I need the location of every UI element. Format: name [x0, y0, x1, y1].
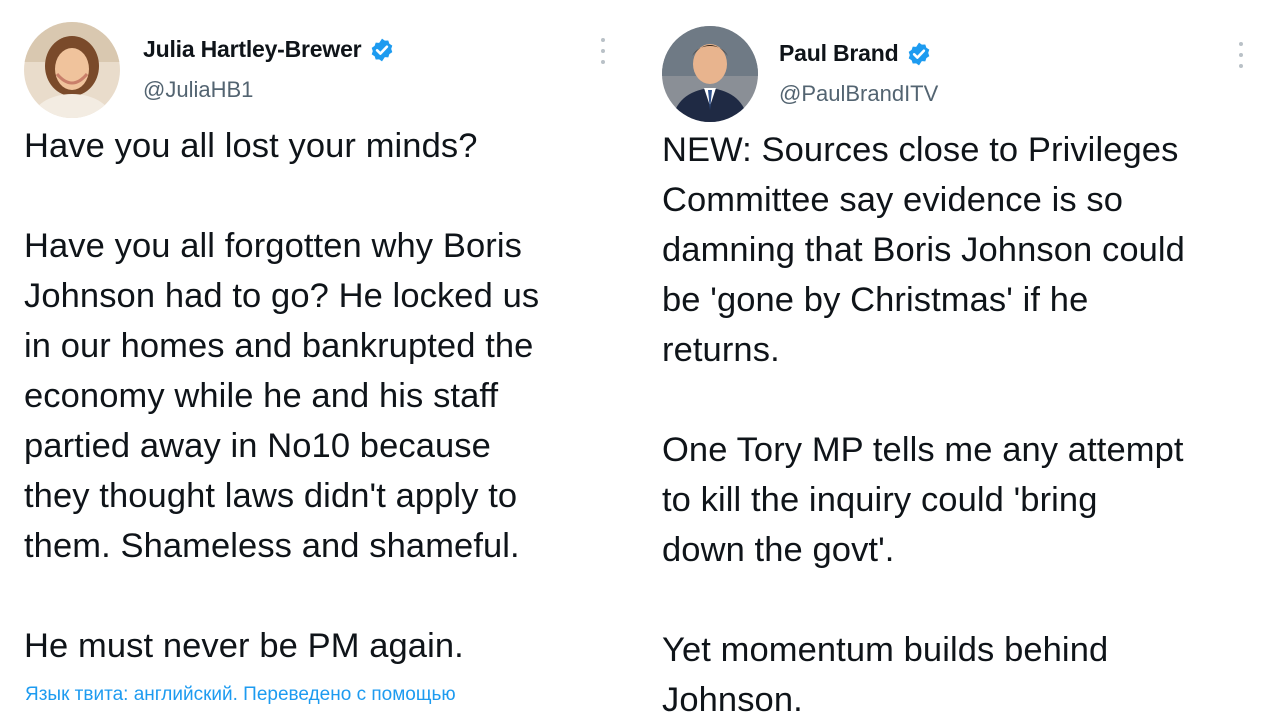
tweet-paragraph: NEW: Sources close to Privileges Committ…: [662, 131, 1185, 369]
verified-badge-icon: [372, 38, 393, 61]
author-name-row: Paul Brand: [779, 40, 932, 67]
verified-badge-icon: [909, 42, 930, 65]
tweet-paragraph: Yet momentum builds behind Johnson.: [662, 631, 1109, 719]
tweet-paragraph: Have you all lost your minds?: [24, 127, 478, 165]
avatar[interactable]: [24, 22, 120, 118]
translation-note-link[interactable]: Язык твита: английский. Переведено с пом…: [25, 684, 456, 706]
tweet-paragraph: One Tory MP tells me any attempt to kill…: [662, 431, 1184, 569]
avatar[interactable]: [662, 26, 758, 122]
more-options-icon[interactable]: [1237, 42, 1245, 68]
tweet-card-paul: Paul Brand @PaulBrandITV NEW: Sources cl…: [640, 0, 1280, 719]
author-name[interactable]: Julia Hartley-Brewer: [143, 36, 362, 63]
avatar-photo-icon: [662, 26, 758, 122]
more-options-icon[interactable]: [599, 38, 607, 64]
author-handle[interactable]: @PaulBrandITV: [779, 81, 938, 107]
tweet-paragraph: He must never be PM again.: [24, 627, 464, 665]
tweet-card-julia: Julia Hartley-Brewer @JuliaHB1 Have you …: [0, 0, 630, 719]
tweet-paragraph: Have you all forgotten why Boris Johnson…: [24, 227, 540, 565]
author-name-row: Julia Hartley-Brewer: [143, 36, 395, 63]
tweet-text: Have you all lost your minds? Have you a…: [24, 121, 624, 671]
tweet-text: NEW: Sources close to Privileges Committ…: [662, 125, 1274, 719]
author-name[interactable]: Paul Brand: [779, 40, 899, 67]
author-handle[interactable]: @JuliaHB1: [143, 77, 253, 103]
avatar-photo-icon: [24, 22, 120, 118]
